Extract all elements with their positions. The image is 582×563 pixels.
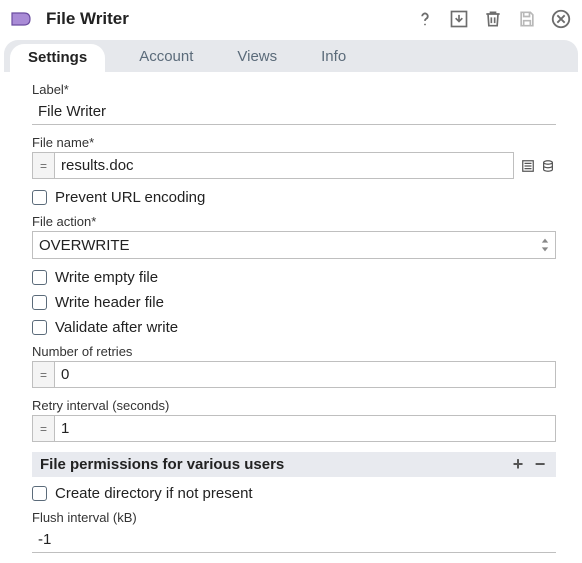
- filename-field-label: File name*: [32, 135, 556, 150]
- delete-icon[interactable]: [482, 8, 504, 30]
- window-title: File Writer: [46, 9, 406, 29]
- write-empty-checkbox[interactable]: [32, 270, 47, 285]
- help-icon[interactable]: [414, 8, 436, 30]
- minus-icon[interactable]: −: [532, 457, 548, 473]
- create-dir-checkbox[interactable]: [32, 486, 47, 501]
- tab-strip: Settings Account Views Info: [4, 40, 578, 72]
- expression-toggle-icon[interactable]: =: [32, 415, 54, 442]
- close-icon[interactable]: [550, 8, 572, 30]
- save-icon[interactable]: [516, 8, 538, 30]
- settings-form: Label* File name* =: [4, 72, 578, 557]
- prevent-url-checkbox[interactable]: [32, 190, 47, 205]
- create-dir-label: Create directory if not present: [55, 485, 253, 502]
- retries-field-label: Number of retries: [32, 344, 556, 359]
- write-header-checkbox[interactable]: [32, 295, 47, 310]
- retry-interval-input[interactable]: [54, 415, 556, 442]
- database-icon[interactable]: [540, 158, 556, 174]
- write-header-label: Write header file: [55, 294, 164, 311]
- label-input[interactable]: [32, 99, 556, 125]
- tab-info[interactable]: Info: [311, 48, 356, 65]
- tab-views[interactable]: Views: [227, 48, 287, 65]
- list-icon[interactable]: [520, 158, 536, 174]
- plus-icon[interactable]: +: [510, 457, 526, 473]
- fileaction-value: OVERWRITE: [39, 237, 130, 254]
- validate-after-label: Validate after write: [55, 319, 178, 336]
- flush-input[interactable]: [32, 527, 556, 553]
- import-icon[interactable]: [448, 8, 470, 30]
- validate-after-checkbox[interactable]: [32, 320, 47, 335]
- expression-toggle-icon[interactable]: =: [32, 152, 54, 179]
- retry-interval-field-label: Retry interval (seconds): [32, 398, 556, 413]
- flush-field-label: Flush interval (kB): [32, 510, 556, 525]
- file-perms-section-label: File permissions for various users: [40, 456, 284, 473]
- label-field-label: Label*: [32, 82, 556, 97]
- fileaction-field-label: File action*: [32, 214, 556, 229]
- prevent-url-label: Prevent URL encoding: [55, 189, 205, 206]
- tab-settings[interactable]: Settings: [10, 44, 105, 72]
- expression-toggle-icon[interactable]: =: [32, 361, 54, 388]
- fileaction-select[interactable]: OVERWRITE: [32, 231, 556, 259]
- app-logo-icon: [10, 11, 38, 27]
- retries-input[interactable]: [54, 361, 556, 388]
- tab-account[interactable]: Account: [129, 48, 203, 65]
- write-empty-label: Write empty file: [55, 269, 158, 286]
- filename-input[interactable]: [54, 152, 514, 179]
